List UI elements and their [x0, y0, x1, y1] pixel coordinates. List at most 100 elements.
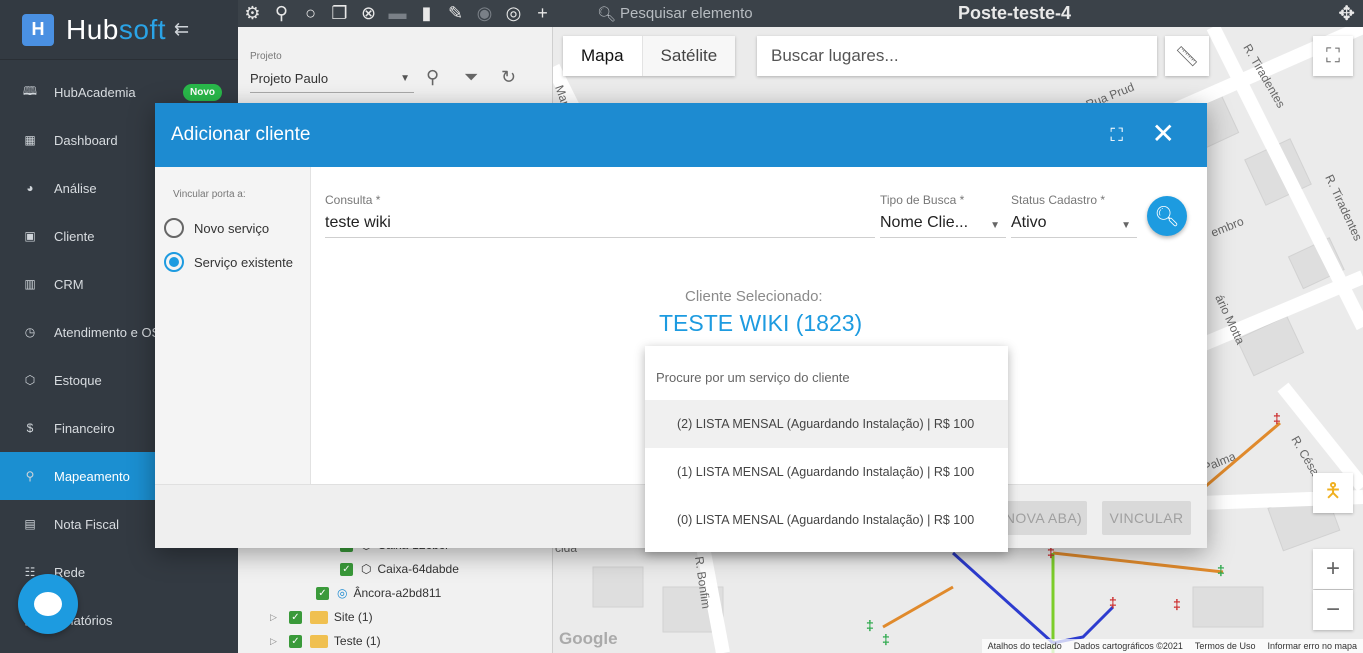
- folder-icon: [309, 610, 328, 624]
- pie-chart-icon: ◕: [26, 181, 34, 195]
- link-button[interactable]: VINCULAR: [1102, 501, 1191, 535]
- bulb-icon[interactable]: ○: [296, 3, 325, 24]
- street-view-pegman-icon[interactable]: 🯅︎: [1313, 473, 1353, 513]
- project-value: Projeto Paulo: [250, 71, 329, 86]
- copy-icon[interactable]: ❐: [325, 3, 354, 24]
- selected-client-name: TESTE WIKI (1823): [659, 310, 863, 336]
- fullscreen-icon[interactable]: ⛶: [1110, 125, 1123, 146]
- sidebar-item-label: Nota Fiscal: [54, 516, 120, 532]
- fullscreen-icon[interactable]: ⛶: [1313, 36, 1353, 76]
- project-label: Projeto: [250, 51, 282, 62]
- radio-existing-service[interactable]: Serviço existente: [164, 252, 293, 272]
- element-title: Poste-teste-4: [958, 3, 1072, 23]
- map-data-credit: Dados cartográficos ©2021: [1073, 641, 1183, 651]
- location-icon[interactable]: ◎: [499, 3, 528, 24]
- dashboard-icon: ▦: [24, 133, 36, 147]
- search-type-label: Tipo de Busca *: [880, 193, 965, 207]
- svg-text:‡: ‡: [1217, 562, 1225, 578]
- svg-text:‡: ‡: [882, 631, 890, 647]
- status-value: Ativo: [1011, 214, 1047, 231]
- status-select[interactable]: Ativo ▼: [1011, 210, 1137, 238]
- money-icon: $: [26, 421, 34, 435]
- service-option[interactable]: (1) LISTA MENSAL (Aguardando Instalação)…: [645, 448, 1008, 496]
- checkbox-checked[interactable]: ✓: [288, 634, 302, 648]
- gear-icon[interactable]: ⚙: [238, 3, 267, 24]
- filter-icon[interactable]: ⏷: [464, 67, 478, 88]
- expand-icon[interactable]: ▷: [270, 612, 277, 623]
- tree-folder[interactable]: ▷ ✓ Site (1): [270, 606, 373, 628]
- kanban-icon: ▥: [24, 277, 36, 291]
- cancel-icon[interactable]: ⊗: [354, 3, 383, 24]
- tree-item[interactable]: ✓ ◎ Âncora-a2bd811: [316, 582, 441, 604]
- expand-icon[interactable]: ▷: [270, 636, 277, 647]
- element-search-placeholder: Pesquisar elemento: [620, 5, 753, 22]
- refresh-icon[interactable]: ↻: [501, 67, 516, 88]
- move-icon[interactable]: ✥: [1338, 1, 1355, 26]
- caret-down-icon: ▼: [400, 73, 410, 84]
- tree-item-label: Âncora-a2bd811: [353, 586, 442, 600]
- query-value: teste wiki: [325, 214, 391, 231]
- chat-button[interactable]: [18, 574, 78, 634]
- close-icon[interactable]: ✕: [1152, 119, 1175, 149]
- plus-icon[interactable]: +: [528, 3, 557, 24]
- zoom-out-button[interactable]: −: [1313, 590, 1353, 630]
- service-option[interactable]: (0) LISTA MENSAL (Aguardando Instalação)…: [645, 496, 1008, 544]
- radio-label: Serviço existente: [194, 254, 293, 270]
- svg-text:‡: ‡: [1109, 594, 1117, 610]
- checkbox-checked[interactable]: ✓: [340, 562, 353, 576]
- sidebar-item-label: CRM: [54, 276, 84, 292]
- sidebar-item-label: Estoque: [54, 372, 102, 388]
- zoom-in-button[interactable]: +: [1313, 549, 1353, 589]
- terms-link[interactable]: Termos de Uso: [1195, 641, 1256, 651]
- svg-text:‡: ‡: [866, 617, 874, 633]
- radio-button-selected[interactable]: [164, 252, 184, 272]
- collapse-sidebar-icon[interactable]: ⇇: [174, 19, 189, 40]
- radio-button[interactable]: [164, 218, 184, 238]
- folder-icon: [309, 634, 328, 648]
- sidebar-item-label: Financeiro: [54, 420, 115, 436]
- calendar-clock-icon: ◷: [24, 325, 36, 339]
- search-type-value: Nome Clie...: [880, 214, 969, 231]
- eye-icon[interactable]: ◉: [470, 3, 499, 24]
- tree-item[interactable]: ✓ ⬡ Caixa-64dabde: [340, 558, 459, 580]
- link-options-panel: Vincular porta a: Novo serviço Serviço e…: [155, 167, 311, 484]
- sidebar-item-label: Análise: [54, 180, 97, 196]
- ruler-icon[interactable]: 📏︎: [1165, 36, 1209, 76]
- dialog-header: Adicionar cliente ⛶ ✕: [155, 103, 1207, 167]
- new-tab-button[interactable]: NOVA ABA): [1000, 501, 1087, 535]
- keyboard-shortcuts-link[interactable]: Atalhos do teclado: [988, 641, 1062, 651]
- anchor-icon: ◎: [337, 586, 348, 600]
- google-logo: Google: [559, 629, 618, 648]
- query-input[interactable]: teste wiki: [325, 210, 875, 238]
- map-pin-icon: ⚲: [25, 469, 35, 483]
- places-search-input[interactable]: Buscar lugares...: [757, 36, 1157, 76]
- tab-satellite[interactable]: Satélite: [641, 36, 736, 76]
- service-search-input[interactable]: Procure por um serviço do cliente: [645, 346, 1008, 400]
- report-error-link[interactable]: Informar erro no mapa: [1267, 641, 1357, 651]
- tab-map[interactable]: Mapa: [563, 36, 642, 76]
- link-label: Vincular porta a:: [173, 189, 246, 200]
- element-search[interactable]: 🔍︎ Pesquisar elemento: [597, 5, 753, 23]
- map-type-tabs: Mapa Satélite: [563, 36, 736, 76]
- map-pin-icon[interactable]: ⚲: [426, 67, 439, 88]
- status-label: Status Cadastro *: [1011, 193, 1106, 207]
- chat-bubble-icon: [34, 592, 62, 616]
- search-icon: 🔍︎: [1154, 205, 1180, 228]
- pin-add-icon[interactable]: ⚲: [267, 3, 296, 24]
- search-type-select[interactable]: Nome Clie... ▼: [880, 210, 1006, 238]
- folder-add-icon[interactable]: ▬: [383, 3, 412, 24]
- trash-icon[interactable]: ▮: [412, 3, 441, 24]
- dialog-title: Adicionar cliente: [171, 124, 311, 145]
- svg-text:‡: ‡: [1273, 410, 1281, 426]
- radio-new-service[interactable]: Novo serviço: [164, 218, 269, 238]
- search-button[interactable]: 🔍︎: [1147, 196, 1187, 236]
- caret-down-icon: ▼: [990, 220, 1000, 231]
- project-select[interactable]: Projeto Paulo ▼: [250, 67, 414, 93]
- checkbox-checked[interactable]: ✓: [288, 610, 302, 624]
- book-icon: 🕮: [22, 83, 38, 98]
- checkbox-checked[interactable]: ✓: [316, 586, 329, 600]
- selected-client-label: Cliente Selecionado:: [685, 288, 823, 305]
- pencil-icon[interactable]: ✎: [441, 3, 470, 24]
- tree-folder[interactable]: ▷ ✓ Teste (1): [270, 630, 381, 652]
- service-option[interactable]: (2) LISTA MENSAL (Aguardando Instalação)…: [645, 400, 1008, 448]
